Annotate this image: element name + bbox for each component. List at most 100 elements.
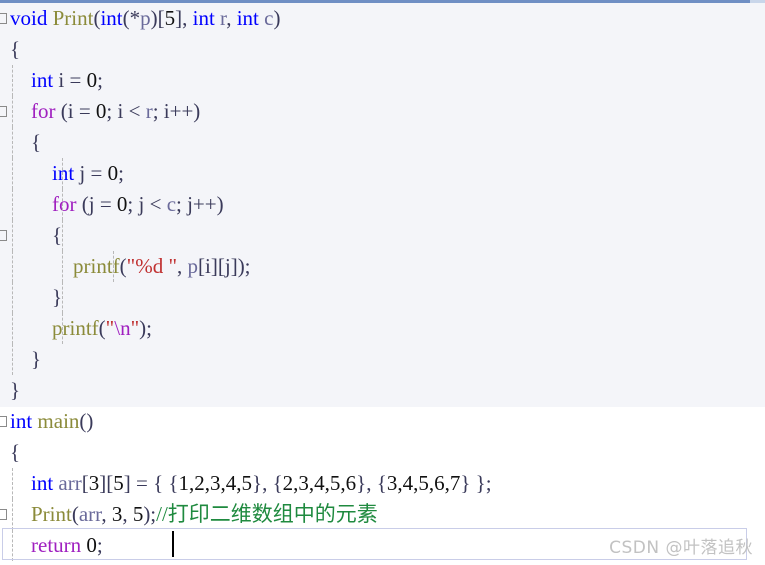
code-token: } };: [460, 471, 492, 495]
indent-guide: [12, 220, 13, 251]
code-token: [: [81, 471, 89, 495]
code-token: [i][j]);: [198, 254, 251, 278]
code-editor[interactable]: void Print(int(*p)[5], int r, int c) { in…: [0, 0, 765, 565]
code-line[interactable]: {: [0, 127, 765, 158]
code-token: void: [10, 6, 48, 30]
code-token: ;: [118, 161, 124, 185]
code-token: }: [52, 285, 63, 309]
code-line[interactable]: int i = 0;: [0, 65, 765, 96]
code-token: 3: [88, 471, 100, 495]
code-token: int: [100, 6, 123, 30]
code-line[interactable]: int arr[3][5] = { {1,2,3,4,5}, {2,3,4,5,…: [0, 468, 765, 499]
code-token: (j =: [76, 192, 117, 216]
code-token: 0: [116, 192, 128, 216]
code-token: 3,4,5,6,7: [386, 471, 461, 495]
code-token: }, {: [251, 471, 283, 495]
code-token: ],: [175, 6, 193, 30]
code-line[interactable]: printf("%d ", p[i][j]);: [0, 251, 765, 282]
code-token: ,: [226, 6, 237, 30]
code-token: ] = { {: [123, 471, 179, 495]
code-token: }: [31, 347, 42, 371]
code-token: ": [130, 316, 140, 340]
code-token: main: [37, 409, 80, 433]
code-token: ; j <: [127, 192, 167, 216]
code-token: (i =: [55, 99, 96, 123]
code-line[interactable]: {: [0, 437, 765, 468]
code-token: \n: [114, 316, 131, 340]
indent-guide: [12, 344, 13, 375]
code-line[interactable]: printf("\n");: [0, 313, 765, 344]
code-token: 5: [132, 502, 144, 526]
code-token: Print: [52, 6, 94, 30]
code-token: =: [90, 161, 108, 185]
indent-guide: [12, 96, 13, 127]
text-caret: [172, 531, 174, 557]
indent-guide: [12, 251, 13, 282]
code-line[interactable]: int j = 0;: [0, 158, 765, 189]
code-line[interactable]: }: [0, 375, 765, 406]
code-token: 2,3,4,5,6: [282, 471, 357, 495]
code-token: }: [10, 378, 21, 402]
code-line[interactable]: for (j = 0; j < c; j++): [0, 189, 765, 220]
code-token: ][: [99, 471, 114, 495]
code-token: for: [31, 99, 56, 123]
indent-guide: [12, 158, 13, 189]
code-token: ; i <: [106, 99, 146, 123]
code-line[interactable]: Print(arr, 3, 5);//打印二维数组中的元素: [0, 499, 765, 530]
indent-guide: [12, 499, 13, 530]
code-line[interactable]: void Print(int(*p)[5], int r, int c): [0, 3, 765, 34]
code-line[interactable]: {: [0, 34, 765, 65]
code-token: printf: [52, 316, 99, 340]
code-token: int: [31, 471, 54, 495]
indent-guide: [12, 189, 13, 220]
code-token: ): [273, 6, 281, 30]
code-token: (: [71, 502, 79, 526]
code-token: ,: [101, 502, 112, 526]
code-token: {: [10, 440, 21, 464]
code-line[interactable]: {: [0, 220, 765, 251]
code-line[interactable]: }: [0, 344, 765, 375]
code-token: }, {: [356, 471, 387, 495]
code-token: {: [10, 37, 21, 61]
code-token: ": [105, 316, 115, 340]
code-token: for: [52, 192, 77, 216]
code-token: int: [10, 409, 33, 433]
code-token: i: [53, 68, 70, 92]
csdn-watermark: CSDN @叶落追秋: [609, 538, 753, 558]
code-token: c: [166, 192, 177, 216]
code-line[interactable]: int main(): [0, 406, 765, 437]
code-line[interactable]: for (i = 0; i < r; i++): [0, 96, 765, 127]
code-lines[interactable]: void Print(int(*p)[5], int r, int c) { in…: [0, 3, 765, 561]
indent-guide: [12, 313, 13, 344]
indent-guide: [62, 189, 64, 220]
code-token: (): [79, 409, 94, 433]
code-token: )[: [150, 6, 165, 30]
code-line[interactable]: }: [0, 282, 765, 313]
code-token: int: [236, 6, 259, 30]
indent-guide: [112, 251, 114, 282]
code-token: ;: [97, 68, 103, 92]
code-token: "%d ": [126, 254, 178, 278]
code-token: p: [140, 6, 151, 30]
code-token: 0: [86, 68, 98, 92]
code-token: j: [74, 161, 91, 185]
code-token: ; i++): [152, 99, 201, 123]
indent-guide: [62, 313, 64, 344]
code-token: =: [69, 68, 87, 92]
indent-guide: [12, 127, 13, 158]
code-token: Print: [31, 502, 72, 526]
code-token: 5: [113, 471, 124, 495]
code-token: p: [187, 254, 199, 278]
indent-guide: [62, 220, 64, 251]
code-token: int: [192, 6, 215, 30]
code-token: 0: [107, 161, 119, 185]
